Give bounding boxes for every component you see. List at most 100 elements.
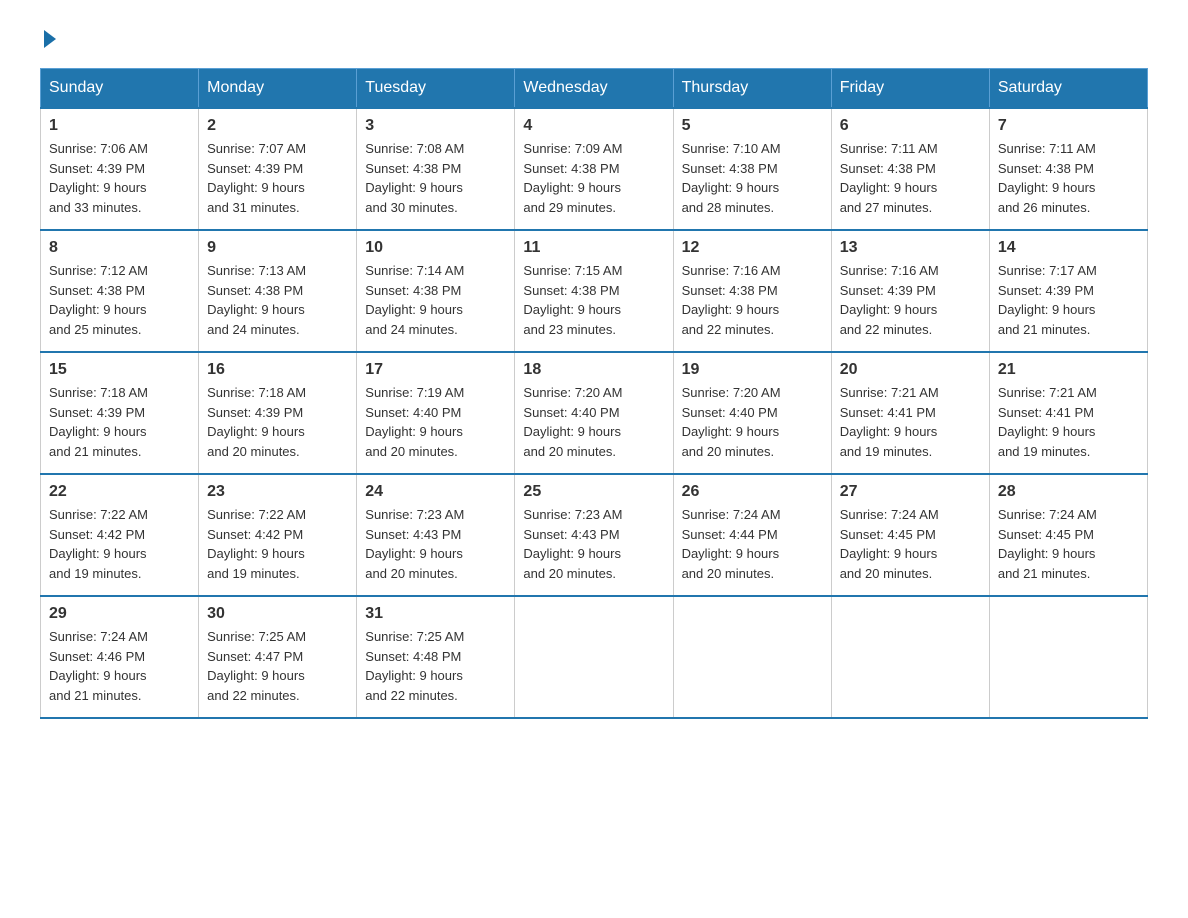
- day-number: 27: [840, 483, 981, 501]
- day-info: Sunrise: 7:23 AM Sunset: 4:43 PM Dayligh…: [523, 505, 664, 583]
- calendar-cell: [673, 596, 831, 718]
- day-number: 8: [49, 239, 190, 257]
- weekday-header-saturday: Saturday: [989, 69, 1147, 109]
- weekday-header-monday: Monday: [199, 69, 357, 109]
- calendar-cell: 22 Sunrise: 7:22 AM Sunset: 4:42 PM Dayl…: [41, 474, 199, 596]
- calendar-cell: 12 Sunrise: 7:16 AM Sunset: 4:38 PM Dayl…: [673, 230, 831, 352]
- calendar-week-4: 22 Sunrise: 7:22 AM Sunset: 4:42 PM Dayl…: [41, 474, 1148, 596]
- day-info: Sunrise: 7:18 AM Sunset: 4:39 PM Dayligh…: [207, 383, 348, 461]
- day-info: Sunrise: 7:21 AM Sunset: 4:41 PM Dayligh…: [840, 383, 981, 461]
- day-info: Sunrise: 7:12 AM Sunset: 4:38 PM Dayligh…: [49, 261, 190, 339]
- calendar-cell: 28 Sunrise: 7:24 AM Sunset: 4:45 PM Dayl…: [989, 474, 1147, 596]
- day-info: Sunrise: 7:16 AM Sunset: 4:39 PM Dayligh…: [840, 261, 981, 339]
- calendar-cell: 20 Sunrise: 7:21 AM Sunset: 4:41 PM Dayl…: [831, 352, 989, 474]
- calendar-cell: 9 Sunrise: 7:13 AM Sunset: 4:38 PM Dayli…: [199, 230, 357, 352]
- day-number: 9: [207, 239, 348, 257]
- day-number: 25: [523, 483, 664, 501]
- day-number: 20: [840, 361, 981, 379]
- weekday-header-friday: Friday: [831, 69, 989, 109]
- day-info: Sunrise: 7:06 AM Sunset: 4:39 PM Dayligh…: [49, 139, 190, 217]
- day-number: 1: [49, 117, 190, 135]
- calendar-cell: 4 Sunrise: 7:09 AM Sunset: 4:38 PM Dayli…: [515, 108, 673, 230]
- calendar-cell: 11 Sunrise: 7:15 AM Sunset: 4:38 PM Dayl…: [515, 230, 673, 352]
- day-info: Sunrise: 7:16 AM Sunset: 4:38 PM Dayligh…: [682, 261, 823, 339]
- page-header: [40, 30, 1148, 48]
- day-number: 3: [365, 117, 506, 135]
- day-number: 24: [365, 483, 506, 501]
- day-info: Sunrise: 7:14 AM Sunset: 4:38 PM Dayligh…: [365, 261, 506, 339]
- day-info: Sunrise: 7:11 AM Sunset: 4:38 PM Dayligh…: [998, 139, 1139, 217]
- day-number: 31: [365, 605, 506, 623]
- calendar-cell: [515, 596, 673, 718]
- day-info: Sunrise: 7:15 AM Sunset: 4:38 PM Dayligh…: [523, 261, 664, 339]
- calendar-cell: 31 Sunrise: 7:25 AM Sunset: 4:48 PM Dayl…: [357, 596, 515, 718]
- calendar-cell: 16 Sunrise: 7:18 AM Sunset: 4:39 PM Dayl…: [199, 352, 357, 474]
- calendar-cell: 15 Sunrise: 7:18 AM Sunset: 4:39 PM Dayl…: [41, 352, 199, 474]
- day-number: 30: [207, 605, 348, 623]
- calendar-cell: 17 Sunrise: 7:19 AM Sunset: 4:40 PM Dayl…: [357, 352, 515, 474]
- calendar-cell: 8 Sunrise: 7:12 AM Sunset: 4:38 PM Dayli…: [41, 230, 199, 352]
- day-info: Sunrise: 7:24 AM Sunset: 4:45 PM Dayligh…: [998, 505, 1139, 583]
- calendar-table: SundayMondayTuesdayWednesdayThursdayFrid…: [40, 68, 1148, 719]
- day-info: Sunrise: 7:09 AM Sunset: 4:38 PM Dayligh…: [523, 139, 664, 217]
- calendar-cell: 10 Sunrise: 7:14 AM Sunset: 4:38 PM Dayl…: [357, 230, 515, 352]
- day-info: Sunrise: 7:13 AM Sunset: 4:38 PM Dayligh…: [207, 261, 348, 339]
- calendar-cell: 24 Sunrise: 7:23 AM Sunset: 4:43 PM Dayl…: [357, 474, 515, 596]
- day-info: Sunrise: 7:18 AM Sunset: 4:39 PM Dayligh…: [49, 383, 190, 461]
- calendar-week-2: 8 Sunrise: 7:12 AM Sunset: 4:38 PM Dayli…: [41, 230, 1148, 352]
- day-number: 17: [365, 361, 506, 379]
- calendar-cell: 25 Sunrise: 7:23 AM Sunset: 4:43 PM Dayl…: [515, 474, 673, 596]
- day-info: Sunrise: 7:23 AM Sunset: 4:43 PM Dayligh…: [365, 505, 506, 583]
- day-number: 19: [682, 361, 823, 379]
- weekday-header-tuesday: Tuesday: [357, 69, 515, 109]
- day-info: Sunrise: 7:19 AM Sunset: 4:40 PM Dayligh…: [365, 383, 506, 461]
- day-info: Sunrise: 7:24 AM Sunset: 4:46 PM Dayligh…: [49, 627, 190, 705]
- calendar-cell: 23 Sunrise: 7:22 AM Sunset: 4:42 PM Dayl…: [199, 474, 357, 596]
- day-info: Sunrise: 7:21 AM Sunset: 4:41 PM Dayligh…: [998, 383, 1139, 461]
- day-number: 11: [523, 239, 664, 257]
- day-info: Sunrise: 7:24 AM Sunset: 4:44 PM Dayligh…: [682, 505, 823, 583]
- calendar-cell: 19 Sunrise: 7:20 AM Sunset: 4:40 PM Dayl…: [673, 352, 831, 474]
- calendar-week-1: 1 Sunrise: 7:06 AM Sunset: 4:39 PM Dayli…: [41, 108, 1148, 230]
- day-number: 28: [998, 483, 1139, 501]
- weekday-header-row: SundayMondayTuesdayWednesdayThursdayFrid…: [41, 69, 1148, 109]
- logo: [40, 30, 58, 48]
- day-number: 16: [207, 361, 348, 379]
- weekday-header-wednesday: Wednesday: [515, 69, 673, 109]
- calendar-cell: 13 Sunrise: 7:16 AM Sunset: 4:39 PM Dayl…: [831, 230, 989, 352]
- calendar-cell: 14 Sunrise: 7:17 AM Sunset: 4:39 PM Dayl…: [989, 230, 1147, 352]
- day-number: 7: [998, 117, 1139, 135]
- calendar-cell: 1 Sunrise: 7:06 AM Sunset: 4:39 PM Dayli…: [41, 108, 199, 230]
- calendar-week-3: 15 Sunrise: 7:18 AM Sunset: 4:39 PM Dayl…: [41, 352, 1148, 474]
- calendar-cell: [831, 596, 989, 718]
- day-number: 6: [840, 117, 981, 135]
- calendar-cell: 26 Sunrise: 7:24 AM Sunset: 4:44 PM Dayl…: [673, 474, 831, 596]
- day-number: 23: [207, 483, 348, 501]
- logo-arrow-icon: [44, 30, 56, 48]
- day-info: Sunrise: 7:22 AM Sunset: 4:42 PM Dayligh…: [207, 505, 348, 583]
- calendar-cell: 3 Sunrise: 7:08 AM Sunset: 4:38 PM Dayli…: [357, 108, 515, 230]
- calendar-cell: 2 Sunrise: 7:07 AM Sunset: 4:39 PM Dayli…: [199, 108, 357, 230]
- day-info: Sunrise: 7:17 AM Sunset: 4:39 PM Dayligh…: [998, 261, 1139, 339]
- day-number: 21: [998, 361, 1139, 379]
- calendar-cell: 7 Sunrise: 7:11 AM Sunset: 4:38 PM Dayli…: [989, 108, 1147, 230]
- day-info: Sunrise: 7:20 AM Sunset: 4:40 PM Dayligh…: [682, 383, 823, 461]
- day-info: Sunrise: 7:22 AM Sunset: 4:42 PM Dayligh…: [49, 505, 190, 583]
- day-number: 13: [840, 239, 981, 257]
- calendar-cell: [989, 596, 1147, 718]
- calendar-cell: 27 Sunrise: 7:24 AM Sunset: 4:45 PM Dayl…: [831, 474, 989, 596]
- day-number: 26: [682, 483, 823, 501]
- day-info: Sunrise: 7:08 AM Sunset: 4:38 PM Dayligh…: [365, 139, 506, 217]
- day-number: 14: [998, 239, 1139, 257]
- calendar-cell: 29 Sunrise: 7:24 AM Sunset: 4:46 PM Dayl…: [41, 596, 199, 718]
- calendar-week-5: 29 Sunrise: 7:24 AM Sunset: 4:46 PM Dayl…: [41, 596, 1148, 718]
- day-info: Sunrise: 7:20 AM Sunset: 4:40 PM Dayligh…: [523, 383, 664, 461]
- calendar-cell: 6 Sunrise: 7:11 AM Sunset: 4:38 PM Dayli…: [831, 108, 989, 230]
- day-info: Sunrise: 7:07 AM Sunset: 4:39 PM Dayligh…: [207, 139, 348, 217]
- day-info: Sunrise: 7:25 AM Sunset: 4:48 PM Dayligh…: [365, 627, 506, 705]
- calendar-cell: 21 Sunrise: 7:21 AM Sunset: 4:41 PM Dayl…: [989, 352, 1147, 474]
- day-number: 5: [682, 117, 823, 135]
- day-number: 2: [207, 117, 348, 135]
- day-number: 15: [49, 361, 190, 379]
- calendar-cell: 18 Sunrise: 7:20 AM Sunset: 4:40 PM Dayl…: [515, 352, 673, 474]
